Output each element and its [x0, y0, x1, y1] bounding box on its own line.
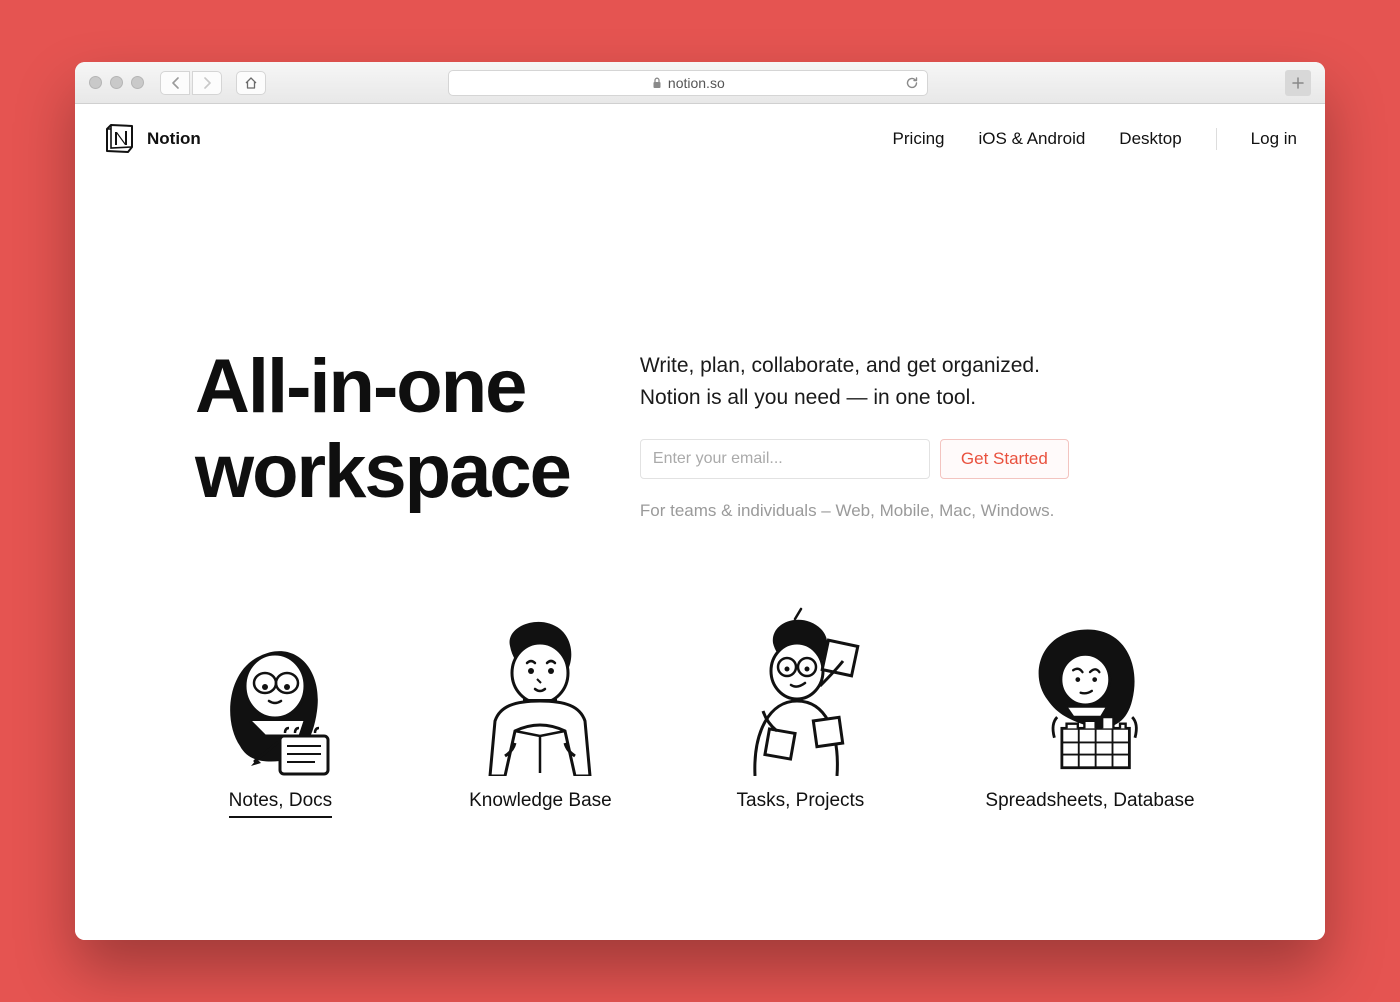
- header-nav: Pricing iOS & Android Desktop Log in: [893, 128, 1297, 150]
- hero-title-line1: All-in-one: [195, 344, 525, 429]
- nav-button-group: [160, 71, 222, 95]
- forward-button[interactable]: [192, 71, 222, 95]
- window-close-button[interactable]: [89, 76, 102, 89]
- reload-icon: [905, 76, 919, 90]
- page-content: Notion Pricing iOS & Android Desktop Log…: [75, 104, 1325, 940]
- person-filing-box-illustration: [1015, 601, 1165, 776]
- hero-title: All-in-one workspace: [195, 344, 570, 514]
- platforms-text: For teams & individuals – Web, Mobile, M…: [640, 501, 1205, 521]
- signup-row: Get Started: [640, 439, 1205, 479]
- person-reading-illustration: [465, 601, 615, 776]
- browser-chrome: notion.so: [75, 62, 1325, 104]
- nav-link-desktop[interactable]: Desktop: [1119, 129, 1181, 149]
- hero-headline-block: All-in-one workspace: [195, 344, 570, 514]
- chevron-left-icon: [171, 77, 180, 89]
- person-sticky-notes-illustration: [725, 601, 875, 776]
- nav-link-pricing[interactable]: Pricing: [893, 129, 945, 149]
- feature-spreadsheets-database[interactable]: Spreadsheets, Database: [985, 601, 1194, 818]
- feature-label: Spreadsheets, Database: [985, 790, 1194, 816]
- hero-copy-block: Write, plan, collaborate, and get organi…: [640, 344, 1205, 521]
- feature-label: Tasks, Projects: [737, 790, 865, 816]
- window-minimize-button[interactable]: [110, 76, 123, 89]
- site-header: Notion Pricing iOS & Android Desktop Log…: [75, 104, 1325, 174]
- window-zoom-button[interactable]: [131, 76, 144, 89]
- hero-subtitle-line2: Notion is all you need — in one tool.: [640, 386, 976, 409]
- email-input[interactable]: [640, 439, 930, 479]
- hero-section: All-in-one workspace Write, plan, collab…: [75, 174, 1325, 561]
- new-tab-button[interactable]: [1285, 70, 1311, 96]
- feature-label: Notes, Docs: [229, 790, 332, 818]
- reload-button[interactable]: [905, 76, 919, 90]
- url-host-text: notion.so: [668, 75, 725, 91]
- brand-name: Notion: [147, 129, 201, 149]
- brand[interactable]: Notion: [103, 122, 201, 156]
- feature-notes-docs[interactable]: Notes, Docs: [205, 601, 355, 818]
- feature-knowledge-base[interactable]: Knowledge Base: [465, 601, 615, 818]
- home-icon: [244, 76, 258, 90]
- nav-link-mobile[interactable]: iOS & Android: [979, 129, 1086, 149]
- traffic-lights: [89, 76, 144, 89]
- notion-logo-icon: [103, 122, 137, 156]
- person-notepad-illustration: [205, 601, 355, 776]
- browser-window: notion.so Notion Pricing: [75, 62, 1325, 940]
- features-row: Notes, Docs: [75, 561, 1325, 818]
- chevron-right-icon: [203, 77, 212, 89]
- hero-subtitle: Write, plan, collaborate, and get organi…: [640, 350, 1205, 413]
- nav-divider: [1216, 128, 1217, 150]
- hero-subtitle-line1: Write, plan, collaborate, and get organi…: [640, 354, 1040, 377]
- home-button[interactable]: [236, 71, 266, 95]
- url-bar[interactable]: notion.so: [448, 70, 928, 96]
- hero-title-line2: workspace: [195, 429, 570, 514]
- plus-icon: [1292, 77, 1304, 89]
- login-link[interactable]: Log in: [1251, 129, 1297, 149]
- feature-label: Knowledge Base: [469, 790, 612, 816]
- get-started-button[interactable]: Get Started: [940, 439, 1069, 479]
- lock-icon: [652, 77, 662, 89]
- feature-tasks-projects[interactable]: Tasks, Projects: [725, 601, 875, 818]
- back-button[interactable]: [160, 71, 190, 95]
